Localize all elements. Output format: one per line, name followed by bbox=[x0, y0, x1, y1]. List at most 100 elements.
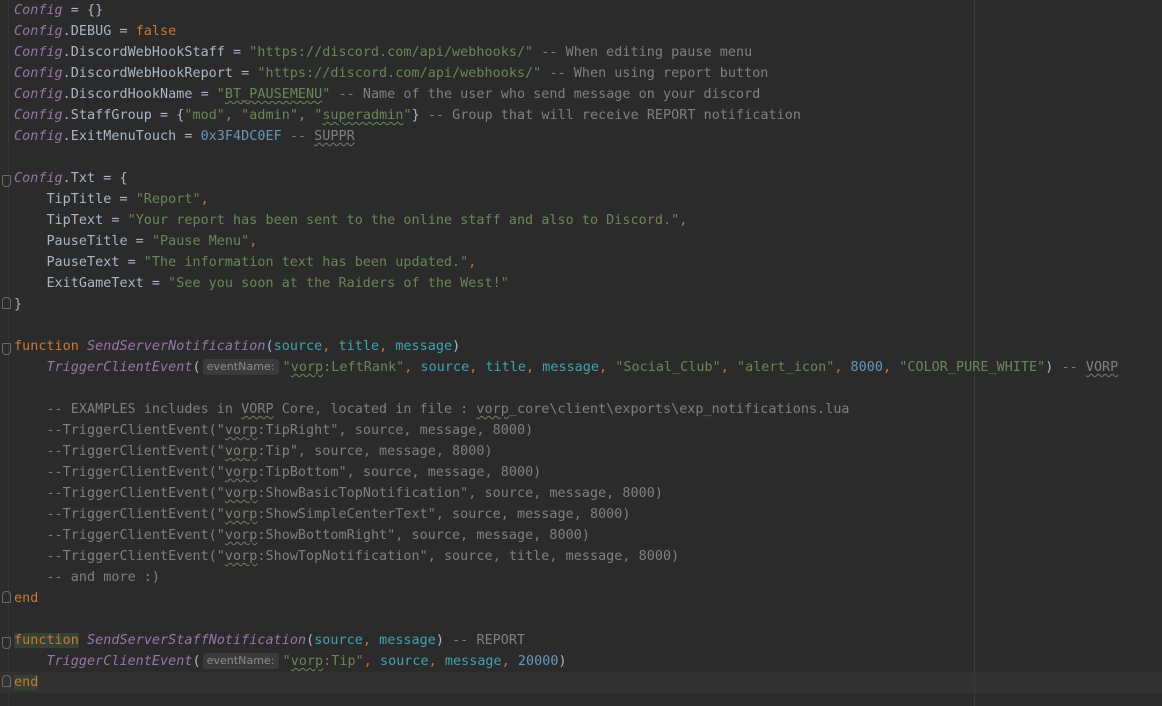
code-token: , bbox=[200, 192, 209, 207]
code-token: , bbox=[469, 360, 486, 375]
code-token: vorp bbox=[224, 507, 258, 522]
code-line[interactable]: --TriggerClientEvent("vorp:Tip", source,… bbox=[14, 441, 493, 462]
fold-close-icon[interactable] bbox=[2, 591, 11, 603]
code-line[interactable]: --TriggerClientEvent("vorp:ShowTopNotifi… bbox=[14, 546, 679, 567]
code-token: .DiscordHookName = bbox=[62, 87, 217, 102]
code-token: , bbox=[679, 213, 688, 228]
code-token: } bbox=[411, 108, 420, 123]
code-line[interactable]: end bbox=[14, 588, 38, 609]
code-line[interactable]: } bbox=[14, 294, 22, 315]
code-line[interactable]: --TriggerClientEvent("vorp:ShowBottomRig… bbox=[14, 525, 590, 546]
code-token: :TipBottom", source, message, 8000) bbox=[257, 465, 542, 480]
code-token: ( bbox=[192, 360, 201, 375]
code-token: _core\client\exports\exp_notifications.l… bbox=[508, 402, 850, 417]
code-token: -- When editing pause menu bbox=[533, 45, 753, 60]
right-margin-guide bbox=[974, 0, 975, 706]
code-token: -- and more :) bbox=[14, 570, 161, 585]
code-token: --TriggerClientEvent(" bbox=[14, 486, 225, 501]
code-line[interactable]: Config = {} bbox=[14, 0, 103, 21]
fold-open-icon[interactable] bbox=[2, 637, 11, 649]
code-token: "Pause Menu" bbox=[151, 234, 250, 249]
code-token: SendServerStaffNotification bbox=[87, 633, 307, 648]
code-token: "https://discord.com/api/webhooks/" bbox=[257, 66, 542, 81]
code-token: --TriggerClientEvent(" bbox=[14, 444, 225, 459]
code-token: " bbox=[282, 360, 291, 375]
code-token: :ShowTopNotification", source, title, me… bbox=[257, 549, 680, 564]
code-token: function bbox=[14, 339, 88, 354]
code-token: vorp bbox=[224, 486, 258, 501]
code-line[interactable]: --TriggerClientEvent("vorp:TipRight", so… bbox=[14, 420, 533, 441]
code-token: end bbox=[14, 591, 39, 606]
code-line[interactable]: ExitGameText = "See you soon at the Raid… bbox=[14, 273, 509, 294]
code-token: title bbox=[338, 339, 380, 354]
code-token: .Txt = { bbox=[62, 171, 128, 186]
code-token: title bbox=[485, 360, 526, 375]
code-token: vorp bbox=[224, 423, 258, 438]
code-line[interactable]: end bbox=[14, 672, 39, 693]
code-token: Config bbox=[14, 129, 63, 144]
code-token: :ShowSimpleCenterText", source, message,… bbox=[257, 507, 631, 522]
code-token: PauseText = bbox=[14, 255, 144, 270]
fold-close-icon[interactable] bbox=[2, 675, 11, 687]
code-token: "admin" bbox=[241, 108, 298, 123]
code-token: , bbox=[322, 339, 339, 354]
code-line[interactable]: Config.StaffGroup = {"mod", "admin", "su… bbox=[14, 105, 801, 126]
code-token: source bbox=[314, 633, 363, 648]
code-token: Config bbox=[14, 108, 63, 123]
code-token: ( bbox=[265, 339, 274, 354]
code-token: , bbox=[428, 654, 445, 669]
code-token: VORP bbox=[241, 402, 274, 417]
code-token: "See you soon at the Raiders of the West… bbox=[168, 276, 509, 291]
code-line[interactable]: Config.DiscordWebHookReport = "https://d… bbox=[14, 63, 768, 84]
code-line[interactable]: function SendServerStaffNotification(sou… bbox=[14, 630, 525, 651]
parameter-hint: eventName: bbox=[202, 359, 279, 375]
code-line[interactable]: Config.Txt = { bbox=[14, 168, 128, 189]
code-token: --TriggerClientEvent(" bbox=[14, 465, 225, 480]
fold-open-icon[interactable] bbox=[2, 343, 11, 355]
code-line[interactable]: Config.DEBUG = false bbox=[14, 21, 176, 42]
code-token: , bbox=[404, 360, 421, 375]
code-line[interactable]: --TriggerClientEvent("vorp:ShowSimpleCen… bbox=[14, 504, 631, 525]
code-token: -- When using report button bbox=[541, 66, 769, 81]
code-token: ( bbox=[192, 654, 201, 669]
code-line[interactable]: PauseText = "The information text has be… bbox=[14, 252, 476, 273]
code-token: , bbox=[599, 360, 616, 375]
code-token: :Tip" bbox=[323, 654, 364, 669]
fold-close-icon[interactable] bbox=[2, 297, 11, 309]
code-token: SUPPR bbox=[314, 129, 355, 144]
parameter-hint: eventName: bbox=[202, 653, 279, 669]
code-token: 0x3F4DC0EF bbox=[200, 129, 282, 144]
code-line[interactable]: -- and more :) bbox=[14, 567, 160, 588]
code-token: :ShowBasicTopNotification", source, mess… bbox=[257, 486, 663, 501]
code-line[interactable]: TipTitle = "Report", bbox=[14, 189, 209, 210]
code-token: "The information text has been updated." bbox=[143, 255, 469, 270]
code-editor[interactable]: Config = {} Config.DEBUG = false Config.Di… bbox=[0, 0, 1162, 706]
code-line[interactable]: TipText = "Your report has been sent to … bbox=[14, 210, 687, 231]
code-line[interactable]: TriggerClientEvent(eventName: "vorp:Tip",… bbox=[14, 651, 567, 672]
code-token: :ShowBottomRight", source, message, 8000… bbox=[257, 528, 590, 543]
code-token: SendServerNotification bbox=[87, 339, 266, 354]
code-line[interactable]: function SendServerNotification(source, … bbox=[14, 336, 460, 357]
code-line[interactable]: -- EXAMPLES includes in VORP Core, locat… bbox=[14, 399, 850, 420]
code-token: , bbox=[720, 360, 737, 375]
code-token: TipTitle = bbox=[14, 192, 136, 207]
code-token: --TriggerClientEvent(" bbox=[14, 528, 225, 543]
code-token: -- Group that will receive REPORT notifi… bbox=[419, 108, 801, 123]
fold-open-icon[interactable] bbox=[2, 175, 11, 187]
code-token: end bbox=[14, 675, 39, 690]
code-token: vorp bbox=[476, 402, 509, 417]
code-token: -- bbox=[281, 129, 315, 144]
code-line[interactable]: --TriggerClientEvent("vorp:ShowBasicTopN… bbox=[14, 483, 663, 504]
code-token: vorp bbox=[224, 549, 258, 564]
code-line[interactable]: Config.DiscordHookName = "BT_PAUSEMENU" … bbox=[14, 84, 760, 105]
code-token: message bbox=[542, 360, 600, 375]
code-line[interactable]: Config.DiscordWebHookStaff = "https://di… bbox=[14, 42, 752, 63]
code-line[interactable]: --TriggerClientEvent("vorp:TipBottom", s… bbox=[14, 462, 541, 483]
code-token: "Your report has been sent to the online… bbox=[127, 213, 680, 228]
code-line[interactable]: Config.ExitMenuTouch = 0x3F4DC0EF -- SUP… bbox=[14, 126, 355, 147]
code-line[interactable]: PauseTitle = "Pause Menu", bbox=[14, 231, 257, 252]
code-token: .DiscordWebHookStaff = bbox=[62, 45, 250, 60]
code-line[interactable]: TriggerClientEvent(eventName: "vorp:LeftR… bbox=[14, 357, 1118, 378]
